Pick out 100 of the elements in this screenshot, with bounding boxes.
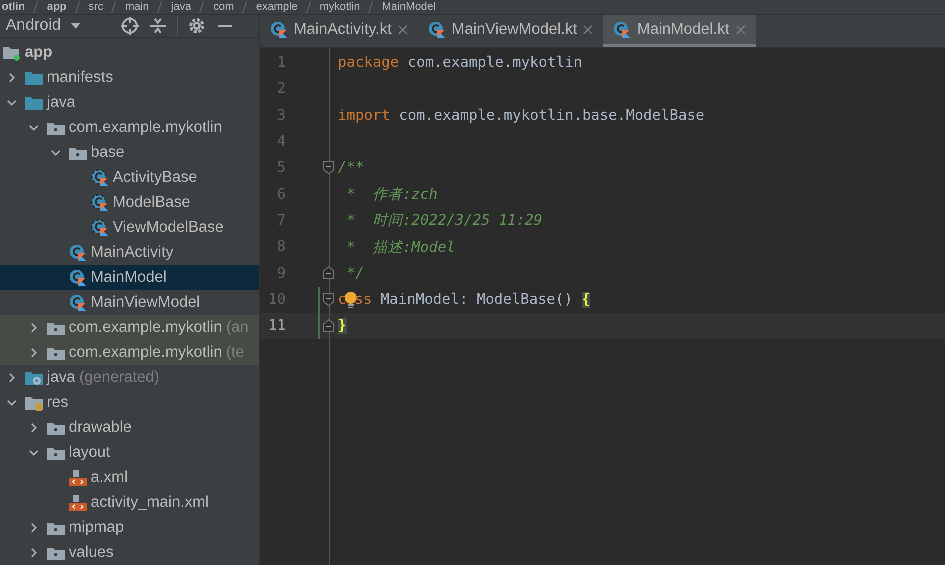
folder-icon bbox=[25, 94, 43, 110]
editor-tab[interactable]: MainModel.kt bbox=[603, 15, 756, 47]
tree-item-label: com.example.mykotlin bbox=[69, 344, 222, 362]
editor-tab[interactable]: MainViewModel.kt bbox=[418, 15, 604, 47]
line-number: 11 bbox=[268, 318, 286, 334]
code-text: * 时间:2022/3/25 11:29 bbox=[346, 212, 543, 230]
fold-icon[interactable] bbox=[323, 292, 335, 307]
tree-row[interactable]: layout bbox=[0, 440, 259, 465]
collapse-all-icon[interactable] bbox=[149, 17, 168, 35]
xml-file-icon bbox=[69, 494, 87, 512]
fold-icon[interactable] bbox=[323, 161, 335, 176]
close-icon[interactable] bbox=[398, 24, 408, 34]
kotlin-open-class-icon bbox=[91, 194, 109, 212]
tree-item-label: com.example.mykotlin bbox=[69, 318, 222, 336]
editor-tab[interactable]: MainActivity.kt bbox=[260, 15, 418, 47]
tree-item-label: base bbox=[91, 144, 125, 162]
tree-row[interactable]: app bbox=[0, 40, 259, 65]
code-text: /** bbox=[338, 160, 364, 176]
tree-item-label: app bbox=[25, 44, 53, 62]
tree-row[interactable]: activity_main.xml bbox=[0, 490, 259, 515]
tree-item-label: a.xml bbox=[91, 468, 128, 486]
tree-row[interactable]: MainViewModel bbox=[0, 290, 259, 315]
tree-row[interactable]: com.example.mykotlin (an bbox=[0, 315, 259, 340]
gear-folder-icon bbox=[25, 370, 43, 386]
kotlin-class-icon bbox=[69, 268, 87, 286]
code-text: ss bbox=[354, 292, 372, 308]
code-text: package bbox=[338, 55, 400, 72]
tree-item-suffix: (generated) bbox=[79, 368, 160, 386]
tree-item-label: manifests bbox=[47, 68, 114, 86]
breadcrumb[interactable]: mykotlin bbox=[320, 0, 360, 14]
tree-row[interactable]: com.example.mykotlin (te bbox=[0, 340, 259, 365]
module-folder-icon bbox=[3, 44, 21, 60]
breadcrumb-separator bbox=[242, 1, 248, 13]
line-number: 5 bbox=[276, 160, 286, 176]
tree-row[interactable]: ModelBase bbox=[0, 190, 259, 215]
tree-row[interactable]: java bbox=[0, 90, 259, 115]
kotlin-open-class-icon bbox=[91, 218, 109, 236]
tree-row[interactable]: manifests bbox=[0, 65, 259, 90]
view-selector[interactable]: Android bbox=[6, 17, 82, 35]
tree-item-suffix: (an bbox=[226, 318, 249, 336]
breadcrumb-separator bbox=[33, 1, 40, 13]
close-icon[interactable] bbox=[583, 24, 594, 34]
tree-row[interactable]: ActivityBase bbox=[0, 165, 259, 190]
kotlin-open-class-icon bbox=[91, 168, 109, 186]
tree-item-label: MainActivity bbox=[91, 244, 174, 262]
kotlin-class-icon bbox=[69, 294, 87, 312]
breadcrumb-separator bbox=[199, 1, 206, 13]
tree-row[interactable]: base bbox=[0, 140, 259, 165]
tree-item-label: drawable bbox=[69, 418, 132, 436]
resource-folder-icon bbox=[25, 394, 43, 410]
tree-item-label: mipmap bbox=[69, 518, 124, 536]
tree-item-label: java bbox=[47, 368, 76, 386]
breadcrumb-separator bbox=[111, 1, 118, 13]
kotlin-class-icon bbox=[69, 244, 87, 262]
code-text: * 作者:zch bbox=[346, 186, 438, 204]
breadcrumb[interactable]: com bbox=[213, 0, 234, 14]
tree-item-label: ModelBase bbox=[113, 194, 191, 212]
matched-brace: { bbox=[582, 292, 590, 308]
folder-icon bbox=[25, 70, 43, 86]
breadcrumb-separator bbox=[368, 1, 374, 13]
breadcrumb[interactable]: app bbox=[47, 0, 67, 14]
tree-item-label: ActivityBase bbox=[113, 168, 198, 186]
tree-row[interactable]: values bbox=[0, 540, 259, 565]
tree-row[interactable]: java (generated) bbox=[0, 365, 259, 390]
line-number: 10 bbox=[268, 292, 286, 308]
breadcrumb-separator bbox=[74, 1, 81, 13]
tree-row[interactable]: MainActivity bbox=[0, 240, 259, 265]
breadcrumb[interactable]: example bbox=[256, 0, 298, 14]
tree-row[interactable]: ViewModelBase bbox=[0, 215, 259, 240]
code-text: c bbox=[338, 292, 347, 308]
dropdown-caret-icon[interactable] bbox=[71, 23, 82, 29]
breadcrumb[interactable]: MainModel bbox=[382, 0, 436, 14]
breadcrumb[interactable]: java bbox=[171, 0, 192, 14]
fold-icon[interactable] bbox=[323, 318, 335, 333]
breadcrumb-separator bbox=[306, 1, 312, 13]
kotlin-class-icon bbox=[428, 20, 446, 38]
tree-item-label: MainViewModel bbox=[91, 294, 200, 312]
line-number: 1 bbox=[276, 55, 286, 72]
code-text: import bbox=[338, 108, 390, 124]
tree-item-label: res bbox=[47, 394, 69, 412]
tree-item-suffix: (te bbox=[226, 344, 244, 362]
breadcrumb[interactable]: main bbox=[125, 0, 150, 14]
tree-row[interactable]: a.xml bbox=[0, 465, 259, 490]
line-number: 2 bbox=[276, 81, 286, 98]
tree-item-label: activity_main.xml bbox=[91, 494, 209, 512]
fold-icon[interactable] bbox=[323, 266, 335, 280]
breadcrumb[interactable]: otlin bbox=[2, 0, 26, 14]
kotlin-class-icon bbox=[613, 20, 632, 38]
code-text: MainModel: ModelBase() bbox=[380, 292, 574, 308]
matched-brace: } bbox=[338, 318, 347, 334]
tree-row[interactable]: MainModel bbox=[0, 265, 259, 290]
tree-row[interactable]: res bbox=[0, 390, 259, 415]
tree-item-label: layout bbox=[69, 444, 110, 462]
settings-icon[interactable] bbox=[188, 17, 206, 35]
breadcrumb[interactable]: src bbox=[88, 0, 104, 14]
tree-row[interactable]: drawable bbox=[0, 415, 259, 440]
tree-row[interactable]: com.example.mykotlin bbox=[0, 115, 259, 140]
locate-icon[interactable] bbox=[121, 17, 140, 35]
tree-item-label: com.example.mykotlin bbox=[69, 118, 222, 136]
tree-row[interactable]: mipmap bbox=[0, 515, 259, 540]
